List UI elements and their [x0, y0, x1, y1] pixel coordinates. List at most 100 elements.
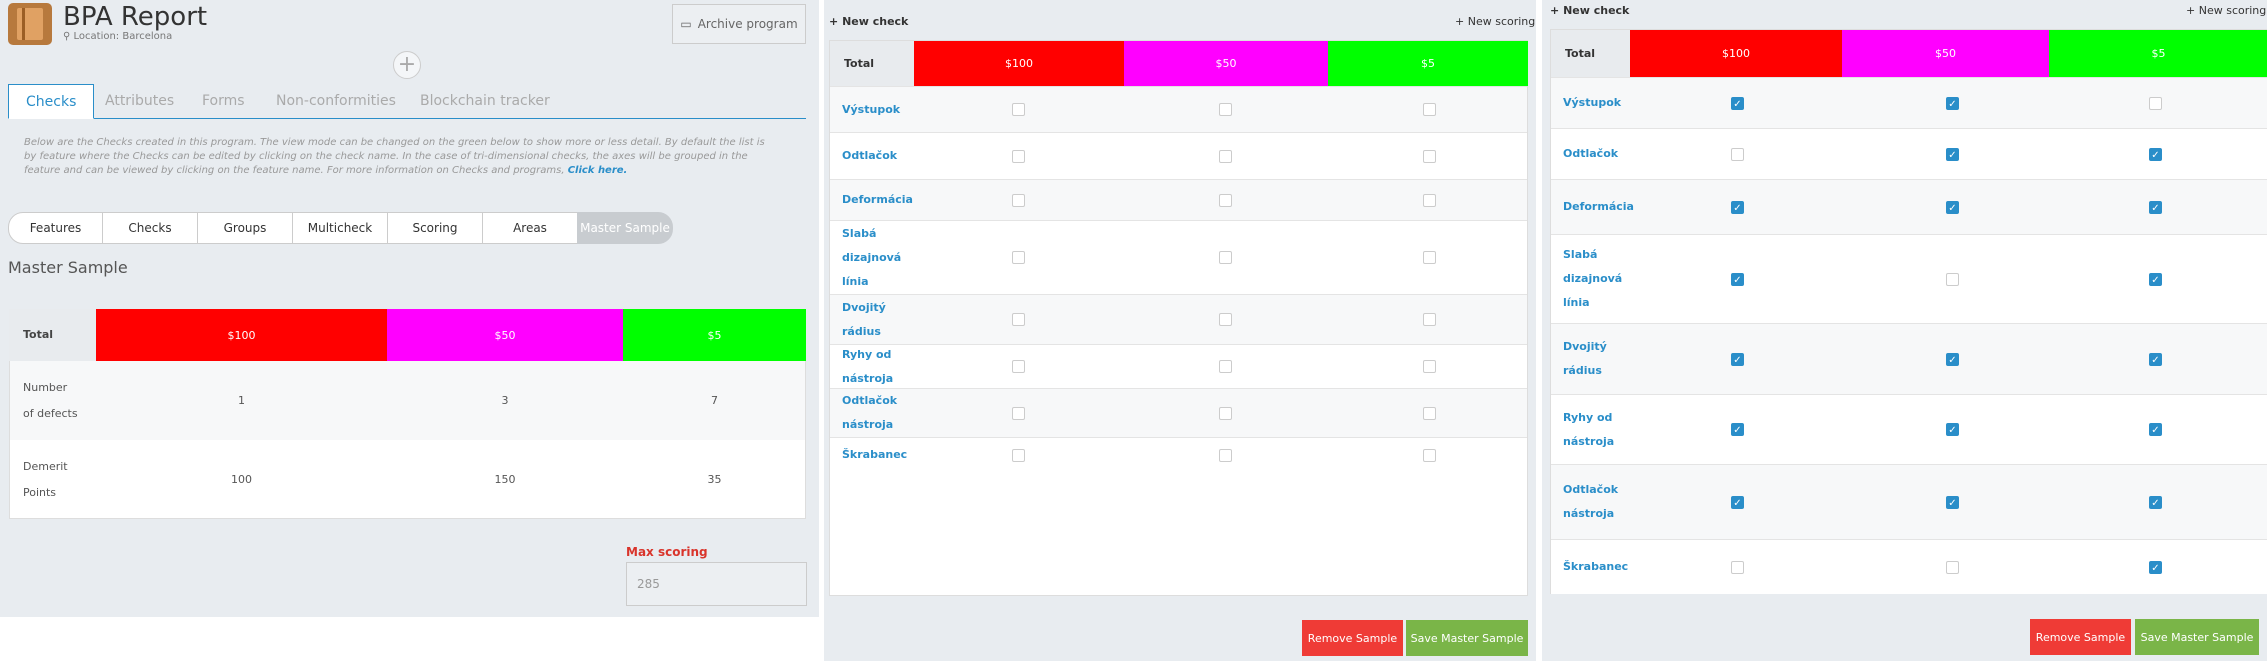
tab-checks[interactable]: Checks [8, 84, 95, 119]
view-checks[interactable]: Checks [102, 212, 198, 244]
max-scoring-input[interactable]: 285 [626, 562, 807, 606]
check-name-link[interactable]: Škrabanec [830, 438, 907, 472]
checkbox[interactable] [1012, 360, 1025, 373]
archive-program-button[interactable]: ▭ Archive program [672, 4, 806, 44]
check-name-link[interactable]: Výstupok [1551, 78, 1621, 128]
checkbox[interactable] [1423, 406, 1436, 420]
checkbox-checked[interactable]: ✓ [1731, 423, 1744, 436]
table-row: Dvojitý rádius [830, 294, 1527, 344]
view-multicheck[interactable]: Multicheck [292, 212, 388, 244]
checkbox[interactable] [1731, 147, 1744, 161]
check-name-link[interactable]: Odtlačok [830, 133, 900, 179]
checkbox-checked[interactable]: ✓ [1946, 147, 1959, 161]
view-mode-selector: Features Checks Groups Multicheck Scorin… [8, 212, 673, 244]
check-name-link[interactable]: Výstupok [830, 87, 900, 132]
checkbox-checked[interactable]: ✓ [2149, 423, 2162, 436]
checkbox[interactable] [1219, 448, 1232, 462]
checkbox-checked[interactable]: ✓ [1731, 495, 1744, 509]
add-icon[interactable]: + [393, 51, 421, 79]
column-header-5: $5 [2049, 30, 2267, 77]
checkbox-checked[interactable]: ✓ [1946, 495, 1959, 509]
check-name-link[interactable]: Ryhy od nástroja [830, 345, 900, 388]
check-name-link[interactable]: Deformácia [830, 180, 913, 220]
checkbox[interactable] [2149, 96, 2162, 110]
save-master-sample-button[interactable]: Save Master Sample [2135, 619, 2259, 655]
tab-non-conformities[interactable]: Non-conformities [276, 84, 396, 119]
check-name-link[interactable]: Ryhy od nástroja [1551, 395, 1621, 464]
new-scoring-button[interactable]: + New scoring [2186, 4, 2266, 17]
checkbox[interactable] [1219, 251, 1232, 264]
table-row: Deformácia [830, 179, 1527, 220]
checkbox-checked[interactable]: ✓ [1731, 352, 1744, 366]
demerit-100: 100 [231, 473, 252, 486]
location-label: ⚲ Location: Barcelona [63, 31, 173, 42]
checkbox-checked[interactable]: ✓ [1946, 200, 1959, 214]
checkbox[interactable] [1423, 313, 1436, 326]
checkbox-checked[interactable]: ✓ [1946, 96, 1959, 110]
check-name-link[interactable]: Odtlačok nástroja [1551, 465, 1621, 539]
view-master-sample[interactable]: Master Sample [577, 212, 673, 244]
checkbox-checked[interactable]: ✓ [2149, 147, 2162, 161]
check-name-link[interactable]: Dvojitý rádius [1551, 324, 1621, 394]
checkbox[interactable] [1423, 360, 1436, 373]
check-name-link[interactable]: Odtlačok [1551, 129, 1621, 179]
checkbox-checked[interactable]: ✓ [1731, 200, 1744, 214]
checkbox[interactable] [1423, 251, 1436, 264]
new-scoring-button[interactable]: + New scoring [1455, 15, 1535, 28]
checkbox[interactable] [1946, 272, 1959, 286]
checkbox[interactable] [1423, 103, 1436, 116]
checkbox[interactable] [1946, 560, 1959, 574]
checkbox[interactable] [1731, 560, 1744, 574]
check-name-link[interactable]: Slabá dizajnová línia [1551, 235, 1622, 323]
checkbox[interactable] [1012, 448, 1025, 462]
checkbox[interactable] [1012, 251, 1025, 264]
table-row: Odtlačok nástroja ✓ ✓ ✓ [1551, 464, 2267, 539]
checkbox-checked[interactable]: ✓ [2149, 352, 2162, 366]
checkbox[interactable] [1012, 406, 1025, 420]
checkbox-checked[interactable]: ✓ [1731, 272, 1744, 286]
remove-sample-button[interactable]: Remove Sample [1302, 620, 1403, 656]
checkbox[interactable] [1219, 406, 1232, 420]
checkbox[interactable] [1219, 193, 1232, 207]
checkbox-checked[interactable]: ✓ [2149, 200, 2162, 214]
check-name-link[interactable]: Dvojitý rádius [830, 295, 900, 344]
checkbox[interactable] [1012, 313, 1025, 326]
check-name-link[interactable]: Odtlačok nástroja [830, 389, 900, 437]
checkbox[interactable] [1423, 193, 1436, 207]
check-name-link[interactable]: Deformácia [1551, 180, 1634, 234]
view-areas[interactable]: Areas [482, 212, 578, 244]
checkbox[interactable] [1219, 149, 1232, 163]
check-name-link[interactable]: Škrabanec [1551, 540, 1628, 594]
checkbox[interactable] [1012, 103, 1025, 116]
new-check-button[interactable]: + New check [829, 15, 908, 28]
checkbox-checked[interactable]: ✓ [2149, 495, 2162, 509]
checkbox-checked[interactable]: ✓ [2149, 272, 2162, 286]
demerit-5: 35 [707, 473, 722, 486]
checkbox-checked[interactable]: ✓ [1946, 352, 1959, 366]
checkbox[interactable] [1219, 313, 1232, 326]
table-row: Dvojitý rádius ✓ ✓ ✓ [1551, 323, 2267, 394]
remove-sample-button[interactable]: Remove Sample [2030, 619, 2131, 655]
table-row: Deformácia ✓ ✓ ✓ [1551, 179, 2267, 234]
new-check-button[interactable]: + New check [1550, 4, 1629, 17]
checkbox[interactable] [1219, 360, 1232, 373]
checkbox-checked[interactable]: ✓ [1731, 96, 1744, 110]
checkbox[interactable] [1423, 149, 1436, 163]
checkbox[interactable] [1423, 448, 1436, 462]
view-features[interactable]: Features [8, 212, 103, 244]
save-master-sample-button[interactable]: Save Master Sample [1406, 620, 1528, 656]
tab-forms[interactable]: Forms [202, 84, 245, 119]
view-groups[interactable]: Groups [197, 212, 293, 244]
view-scoring[interactable]: Scoring [387, 212, 483, 244]
help-link[interactable]: Click here. [568, 165, 628, 176]
tab-attributes[interactable]: Attributes [105, 84, 174, 119]
tab-blockchain-tracker[interactable]: Blockchain tracker [420, 84, 550, 119]
program-logo-icon [8, 3, 52, 45]
checkbox-checked[interactable]: ✓ [2149, 560, 2162, 574]
checkbox[interactable] [1012, 193, 1025, 207]
checkbox[interactable] [1219, 103, 1232, 116]
defects-100: 1 [238, 394, 245, 407]
checkbox-checked[interactable]: ✓ [1946, 423, 1959, 436]
checkbox[interactable] [1012, 149, 1025, 163]
check-name-link[interactable]: Slabá dizajnová línia [830, 221, 901, 294]
